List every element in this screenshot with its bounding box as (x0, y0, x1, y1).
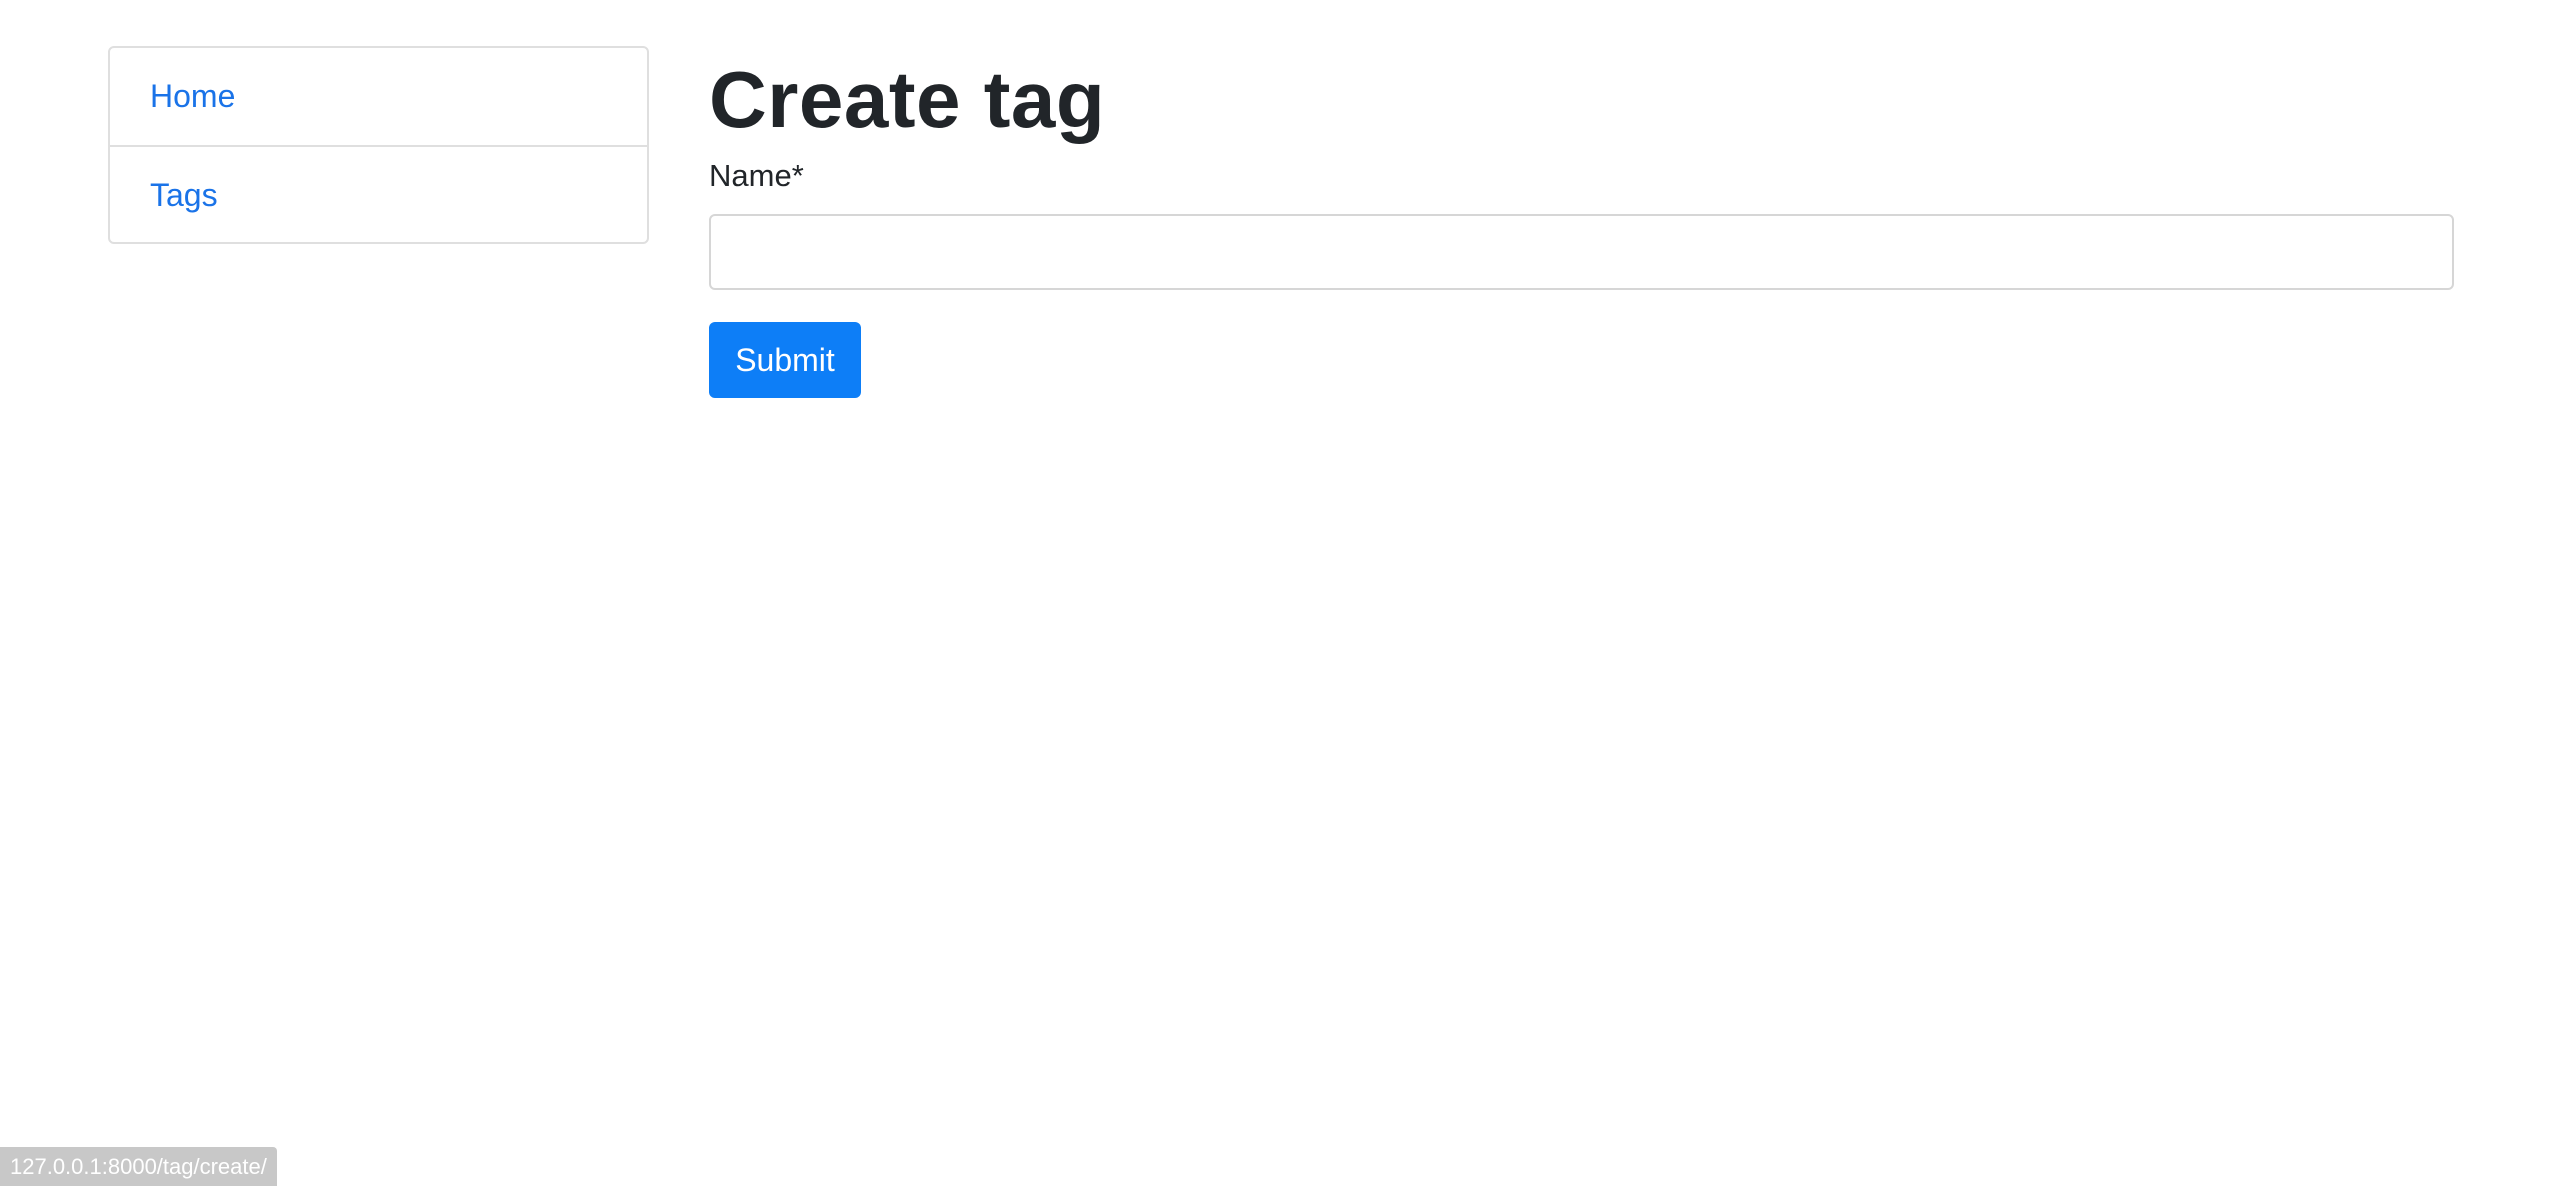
sidebar-item-home[interactable]: Home (110, 48, 647, 145)
status-bar-url: 127.0.0.1:8000/tag/create/ (0, 1147, 277, 1186)
sidebar-item-tags[interactable]: Tags (110, 145, 647, 242)
sidebar-nav: Home Tags (108, 46, 649, 244)
create-tag-form: Name* Submit (709, 156, 2454, 398)
page: Home Tags Create tag Name* Submit 127.0.… (0, 0, 2560, 1186)
name-field-label: Name* (709, 158, 804, 193)
name-input[interactable] (709, 214, 2454, 290)
main-content: Create tag Name* Submit (709, 52, 2454, 398)
page-title: Create tag (709, 55, 1106, 144)
submit-button[interactable]: Submit (709, 322, 861, 398)
